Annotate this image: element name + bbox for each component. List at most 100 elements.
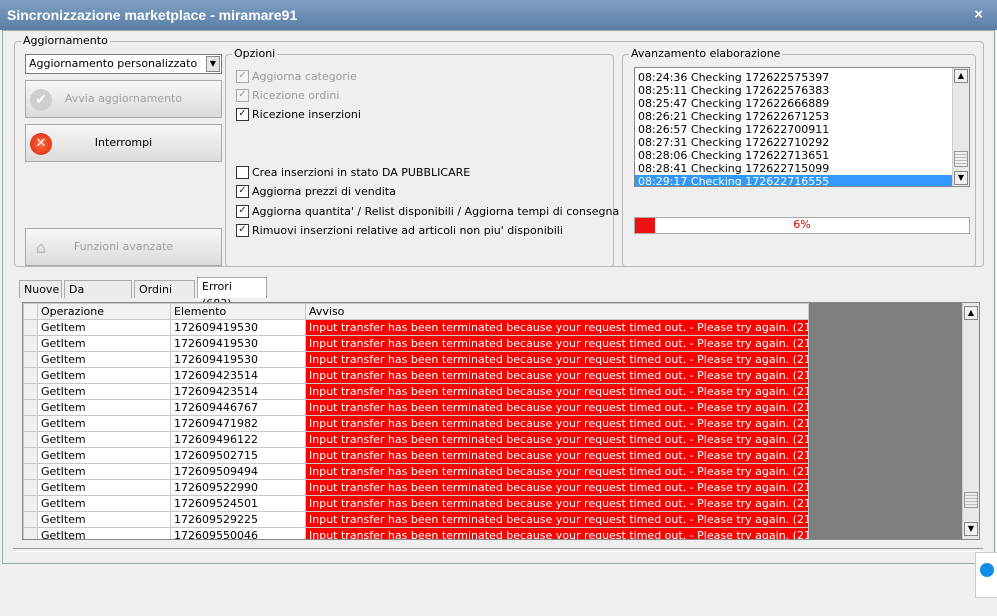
row-selector[interactable] — [23, 335, 38, 352]
cell-avviso[interactable]: Input transfer has been terminated becau… — [305, 479, 809, 496]
log-line[interactable]: 08:24:36 Checking 172622575397 — [635, 71, 952, 84]
column-header-operazione[interactable]: Operazione — [37, 303, 171, 320]
log-line[interactable]: 08:25:11 Checking 172622576383 — [635, 84, 952, 97]
log-line[interactable]: 08:29:17 Checking 172622716555 — [635, 175, 952, 186]
cell-operazione[interactable]: GetItem — [37, 335, 171, 352]
cell-elemento[interactable]: 172609423514 — [170, 383, 306, 400]
cell-operazione[interactable]: GetItem — [37, 463, 171, 480]
row-selector[interactable] — [23, 463, 38, 480]
scroll-up-icon[interactable]: ▲ — [964, 306, 978, 320]
checkmark-icon[interactable]: ✓ — [236, 204, 249, 218]
tab-da-chiudere[interactable]: Da chiudere — [64, 280, 132, 313]
chevron-down-icon[interactable]: ▼ — [206, 56, 220, 72]
cell-avviso[interactable]: Input transfer has been terminated becau… — [305, 319, 809, 336]
cell-avviso[interactable]: Input transfer has been terminated becau… — [305, 463, 809, 480]
start-update-button[interactable]: ✔ Avvia aggiornamento — [25, 80, 222, 118]
cell-avviso[interactable]: Input transfer has been terminated becau… — [305, 527, 809, 539]
log-scrollbar[interactable]: ▲ ▼ — [952, 68, 969, 186]
cell-elemento[interactable]: 172609496122 — [170, 431, 306, 448]
cell-elemento[interactable]: 172609419530 — [170, 319, 306, 336]
cell-operazione[interactable]: GetItem — [37, 447, 171, 464]
option-checkbox[interactable]: ✓ Rimuovi inserzioni relative ad articoli… — [236, 223, 563, 240]
log-line[interactable]: 08:26:57 Checking 172622700911 — [635, 123, 952, 136]
cell-operazione[interactable]: GetItem — [37, 479, 171, 496]
row-selector[interactable] — [23, 479, 38, 496]
cell-operazione[interactable]: GetItem — [37, 351, 171, 368]
row-selector[interactable] — [23, 383, 38, 400]
cell-elemento[interactable]: 172609529225 — [170, 511, 306, 528]
checkmark-icon[interactable]: ✓ — [236, 107, 249, 121]
table-row[interactable]: GetItem 172609423514 Input transfer has be… — [23, 367, 809, 384]
table-row[interactable]: GetItem 172609502715 Input transfer has be… — [23, 447, 809, 464]
table-row[interactable]: GetItem 172609496122 Input transfer has be… — [23, 431, 809, 448]
cell-avviso[interactable]: Input transfer has been terminated becau… — [305, 383, 809, 400]
cell-operazione[interactable]: GetItem — [37, 383, 171, 400]
checkbox-empty-icon[interactable] — [236, 165, 249, 179]
teamviewer-tab[interactable] — [975, 552, 997, 598]
cell-avviso[interactable]: Input transfer has been terminated becau… — [305, 511, 809, 528]
option-checkbox[interactable]: ✓ Ricezione ordini — [236, 88, 339, 105]
checkmark-icon[interactable]: ✓ — [236, 184, 249, 198]
cell-avviso[interactable]: Input transfer has been terminated becau… — [305, 367, 809, 384]
row-selector[interactable] — [23, 351, 38, 368]
row-selector[interactable] — [23, 399, 38, 416]
log-line[interactable]: 08:26:21 Checking 172622671253 — [635, 110, 952, 123]
scroll-thumb[interactable] — [954, 151, 968, 167]
row-selector[interactable] — [23, 431, 38, 448]
cell-elemento[interactable]: 172609446767 — [170, 399, 306, 416]
table-row[interactable]: GetItem 172609522990 Input transfer has be… — [23, 479, 809, 496]
cell-operazione[interactable]: GetItem — [37, 367, 171, 384]
log-line[interactable]: 08:28:06 Checking 172622713651 — [635, 149, 952, 162]
table-row[interactable]: GetItem 172609529225 Input transfer has be… — [23, 511, 809, 528]
cell-elemento[interactable]: 172609419530 — [170, 335, 306, 352]
option-checkbox[interactable]: ✓ Ricezione inserzioni — [236, 107, 361, 124]
grid-scrollbar[interactable]: ▲ ▼ — [962, 303, 979, 539]
cell-elemento[interactable]: 172609522990 — [170, 479, 306, 496]
column-header-avviso[interactable]: Avviso — [305, 303, 809, 320]
cell-operazione[interactable]: GetItem — [37, 527, 171, 539]
table-row[interactable]: GetItem 172609524501 Input transfer has be… — [23, 495, 809, 512]
option-checkbox[interactable]: ✓ Aggiorna quantita' / Relist disponibili… — [236, 204, 619, 221]
cell-elemento[interactable]: 172609419530 — [170, 351, 306, 368]
checkmark-icon[interactable]: ✓ — [236, 88, 249, 102]
table-row[interactable]: GetItem 172609419530 Input transfer has be… — [23, 319, 809, 336]
table-row[interactable]: GetItem 172609471982 Input transfer has be… — [23, 415, 809, 432]
log-line[interactable]: 08:27:31 Checking 172622710292 — [635, 136, 952, 149]
stop-button[interactable]: ✕ Interrompi — [25, 124, 222, 162]
cell-avviso[interactable]: Input transfer has been terminated becau… — [305, 351, 809, 368]
scroll-up-icon[interactable]: ▲ — [954, 69, 968, 83]
cell-operazione[interactable]: GetItem — [37, 415, 171, 432]
cell-operazione[interactable]: GetItem — [37, 319, 171, 336]
cell-elemento[interactable]: 172609502715 — [170, 447, 306, 464]
cell-avviso[interactable]: Input transfer has been terminated becau… — [305, 431, 809, 448]
cell-elemento[interactable]: 172609524501 — [170, 495, 306, 512]
cell-operazione[interactable]: GetItem — [37, 399, 171, 416]
cell-operazione[interactable]: GetItem — [37, 431, 171, 448]
close-icon[interactable]: × — [974, 0, 983, 30]
table-row[interactable]: GetItem 172609446767 Input transfer has be… — [23, 399, 809, 416]
scroll-thumb[interactable] — [964, 492, 978, 508]
log-line[interactable]: 08:25:47 Checking 172622666889 — [635, 97, 952, 110]
table-row[interactable]: GetItem 172609419530 Input transfer has be… — [23, 335, 809, 352]
cell-elemento[interactable]: 172609423514 — [170, 367, 306, 384]
cell-avviso[interactable]: Input transfer has been terminated becau… — [305, 415, 809, 432]
tab-ordini[interactable]: Ordini (40) — [134, 280, 195, 313]
row-selector[interactable] — [23, 495, 38, 512]
tab-errori[interactable]: Errori (683) — [197, 277, 267, 310]
cell-operazione[interactable]: GetItem — [37, 495, 171, 512]
checkmark-icon[interactable]: ✓ — [236, 223, 249, 237]
tab-nuove[interactable]: Nuove — [19, 280, 62, 298]
column-header-elemento[interactable]: Elemento — [170, 303, 306, 320]
scroll-down-icon[interactable]: ▼ — [954, 171, 968, 185]
cell-elemento[interactable]: 172609471982 — [170, 415, 306, 432]
cell-avviso[interactable]: Input transfer has been terminated becau… — [305, 495, 809, 512]
option-checkbox[interactable]: ✓ Aggiorna categorie — [236, 69, 357, 86]
scroll-down-icon[interactable]: ▼ — [964, 522, 978, 536]
cell-avviso[interactable]: Input transfer has been terminated becau… — [305, 335, 809, 352]
log-line[interactable]: 08:28:41 Checking 172622715099 — [635, 162, 952, 175]
row-selector[interactable] — [23, 511, 38, 528]
row-selector[interactable] — [23, 527, 38, 539]
table-row[interactable]: GetItem 172609419530 Input transfer has be… — [23, 351, 809, 368]
cell-elemento[interactable]: 172609509494 — [170, 463, 306, 480]
row-selector[interactable] — [23, 447, 38, 464]
